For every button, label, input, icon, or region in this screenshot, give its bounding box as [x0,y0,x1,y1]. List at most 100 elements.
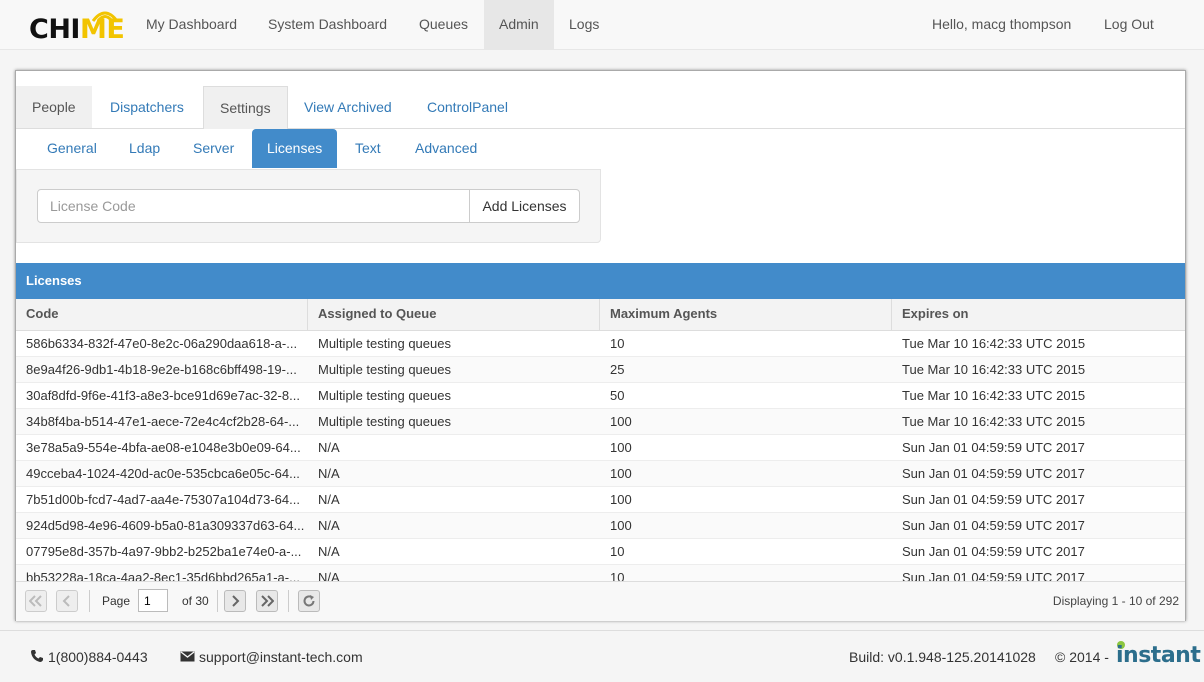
refresh-button[interactable] [298,590,320,612]
subtab-text[interactable]: Text [340,129,396,168]
toolbar-separator [288,590,289,612]
table-row[interactable]: 924d5d98-4e96-4609-b5a0-81a309337d63-64.… [16,513,1185,539]
cell-code: 8e9a4f26-9db1-4b18-9e2e-b168c6bff498-19-… [26,362,297,377]
grid-paging-toolbar: Page of 30 Displaying 1 - 10 of 292 [16,581,1185,621]
cell-assigned-queue: N/A [318,544,340,559]
cell-expires-on: Tue Mar 10 16:42:33 UTC 2015 [902,336,1086,351]
tab-settings[interactable]: Settings [203,86,288,129]
cell-expires-on: Tue Mar 10 16:42:33 UTC 2015 [902,362,1086,377]
support-phone: 1(800)884-0443 [48,649,148,665]
admin-tabs: People Dispatchers Settings View Archive… [16,86,1185,129]
page-count-label: of 30 [182,594,209,608]
instant-logo[interactable]: instant [1116,643,1201,668]
cell-expires-on: Sun Jan 01 04:59:59 UTC 2017 [902,492,1085,507]
nav-admin[interactable]: Admin [484,0,554,49]
subtab-advanced[interactable]: Advanced [400,129,492,168]
tab-view-archived[interactable]: View Archived [288,86,408,128]
cell-maximum-agents: 100 [610,492,632,507]
page-footer: 1(800)884-0443 support@instant-tech.com … [0,630,1204,682]
copyright-text: © 2014 - [1055,649,1109,665]
toolbar-separator [89,590,90,612]
column-header-code[interactable]: Code [16,299,308,330]
subtab-general[interactable]: General [32,129,112,168]
cell-code: 07795e8d-357b-4a97-9bb2-b252ba1e74e0-a-.… [26,544,302,559]
cell-assigned-queue: N/A [318,518,340,533]
table-row[interactable]: 30af8dfd-9f6e-41f3-a8e3-bce91d69e7ac-32-… [16,383,1185,409]
next-page-button[interactable] [224,590,246,612]
nav-my-dashboard[interactable]: My Dashboard [131,0,252,49]
page-number-input[interactable] [138,589,168,612]
cell-expires-on: Tue Mar 10 16:42:33 UTC 2015 [902,388,1086,403]
add-licenses-button[interactable]: Add Licenses [469,189,580,223]
admin-panel: People Dispatchers Settings View Archive… [15,70,1186,621]
cell-code: 49cceba4-1024-420d-ac0e-535cbca6e05c-64.… [26,466,300,481]
column-header-maximum-agents[interactable]: Maximum Agents [600,299,892,330]
build-version: Build: v0.1.948-125.20141028 [849,649,1036,665]
column-header-expires-on[interactable]: Expires on [892,299,1185,330]
cell-code: 30af8dfd-9f6e-41f3-a8e3-bce91d69e7ac-32-… [26,388,300,403]
subtab-server[interactable]: Server [178,129,249,168]
envelope-icon [180,651,195,662]
first-page-button[interactable] [25,590,47,612]
support-email-link[interactable]: support@instant-tech.com [199,647,363,667]
logout-link[interactable]: Log Out [1089,0,1169,49]
nav-logs[interactable]: Logs [554,0,614,49]
table-row[interactable]: 3e78a5a9-554e-4bfa-ae08-e1048e3b0e09-64.… [16,435,1185,461]
cell-assigned-queue: N/A [318,440,340,455]
table-row[interactable]: 586b6334-832f-47e0-8e2c-06a290daa618-a-.… [16,331,1185,357]
cell-maximum-agents: 100 [610,518,632,533]
subtab-licenses[interactable]: Licenses [252,129,338,168]
cell-maximum-agents: 100 [610,440,632,455]
nav-system-dashboard[interactable]: System Dashboard [253,0,402,49]
table-row[interactable]: 49cceba4-1024-420d-ac0e-535cbca6e05c-64.… [16,461,1185,487]
tab-people[interactable]: People [16,86,92,128]
cell-code: 3e78a5a9-554e-4bfa-ae08-e1048e3b0e09-64.… [26,440,301,455]
toolbar-separator [217,590,218,612]
cell-maximum-agents: 10 [610,336,625,351]
cell-expires-on: Sun Jan 01 04:59:59 UTC 2017 [902,466,1085,481]
column-header-assigned-queue[interactable]: Assigned to Queue [308,299,600,330]
licenses-grid-title: Licenses [16,263,1185,299]
chevron-right-icon [232,595,240,607]
license-code-input[interactable] [37,189,470,223]
cell-maximum-agents: 10 [610,544,625,559]
table-row[interactable]: 34b8f4ba-b514-47e1-aece-72e4c4cf2b28-64-… [16,409,1185,435]
paging-summary: Displaying 1 - 10 of 292 [1052,594,1179,608]
cell-assigned-queue: Multiple testing queues [318,336,451,351]
tab-dispatchers[interactable]: Dispatchers [94,86,200,128]
cell-maximum-agents: 50 [610,388,625,403]
cell-assigned-queue: Multiple testing queues [318,362,451,377]
user-greeting[interactable]: Hello, macg thompson [917,0,1086,49]
double-chevron-right-icon [261,595,274,607]
cell-expires-on: Sun Jan 01 04:59:59 UTC 2017 [902,518,1085,533]
top-navbar: CHIME My Dashboard System Dashboard Queu… [0,0,1204,50]
cell-expires-on: Sun Jan 01 04:59:59 UTC 2017 [902,544,1085,559]
license-input-group: Add Licenses [37,189,580,223]
subtab-ldap[interactable]: Ldap [114,129,175,168]
table-row[interactable]: 07795e8d-357b-4a97-9bb2-b252ba1e74e0-a-.… [16,539,1185,565]
cell-assigned-queue: Multiple testing queues [318,388,451,403]
tab-controlpanel[interactable]: ControlPanel [411,86,524,128]
settings-subtabs: General Ldap Server Licenses Text Advanc… [16,129,1185,169]
cell-code: 586b6334-832f-47e0-8e2c-06a290daa618-a-.… [26,336,298,351]
table-row[interactable]: 7b51d00b-fcd7-4ad7-aa4e-75307a104d73-64.… [16,487,1185,513]
license-form: Add Licenses [16,169,601,243]
chime-logo[interactable]: CHIME [29,10,134,46]
page-label: Page [102,594,131,608]
cell-maximum-agents: 100 [610,466,632,481]
last-page-button[interactable] [256,590,278,612]
cell-maximum-agents: 100 [610,414,632,429]
cell-expires-on: Tue Mar 10 16:42:33 UTC 2015 [902,414,1086,429]
cell-assigned-queue: N/A [318,492,340,507]
cell-assigned-queue: N/A [318,466,340,481]
cell-code: 34b8f4ba-b514-47e1-aece-72e4c4cf2b28-64-… [26,414,300,429]
nav-queues[interactable]: Queues [404,0,483,49]
double-chevron-left-icon [29,595,42,607]
table-row[interactable]: 8e9a4f26-9db1-4b18-9e2e-b168c6bff498-19-… [16,357,1185,383]
cell-expires-on: Sun Jan 01 04:59:59 UTC 2017 [902,440,1085,455]
licenses-grid-body: 586b6334-832f-47e0-8e2c-06a290daa618-a-.… [16,331,1185,591]
previous-page-button[interactable] [56,590,78,612]
cell-code: 924d5d98-4e96-4609-b5a0-81a309337d63-64.… [26,518,305,533]
phone-icon [31,650,43,662]
logo-wordmark: CHIME [29,14,125,45]
